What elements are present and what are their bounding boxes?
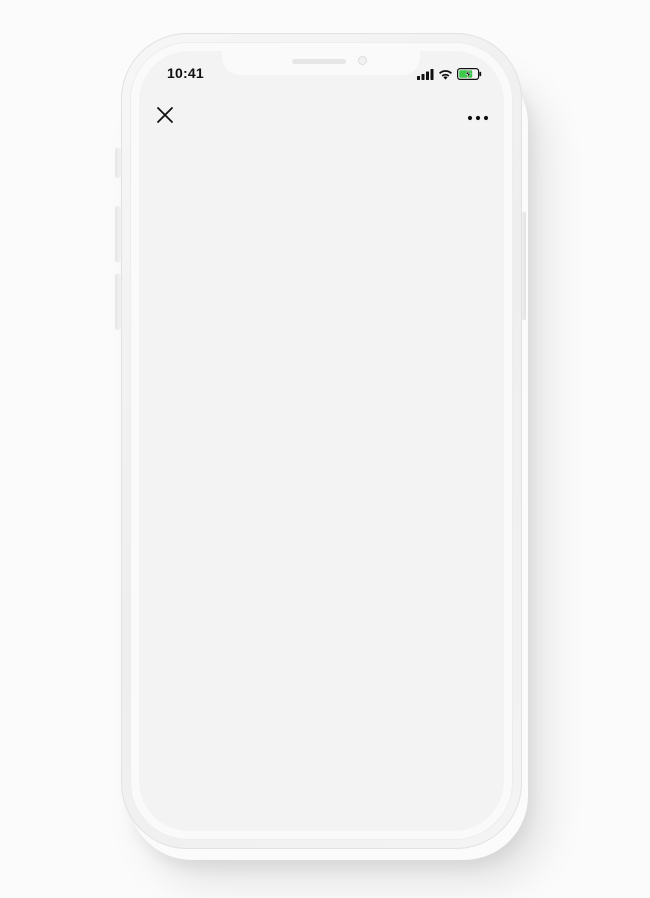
close-button[interactable] — [151, 103, 179, 131]
close-icon — [156, 106, 174, 129]
notch — [222, 51, 420, 75]
status-time: 10:41 — [167, 65, 204, 81]
phone-screen: 10:41 — [139, 51, 504, 831]
signal-icon — [417, 67, 434, 85]
more-horizontal-icon — [467, 108, 489, 126]
nav-bar — [139, 103, 504, 139]
more-button[interactable] — [464, 103, 492, 131]
mockup-stage: 10:41 — [0, 0, 650, 898]
status-icons — [417, 67, 482, 85]
speaker-grille — [292, 59, 346, 64]
content-area — [139, 139, 504, 831]
front-camera — [358, 56, 367, 65]
wifi-icon — [438, 67, 453, 85]
battery-charging-icon — [457, 67, 482, 85]
phone-frame: 10:41 — [121, 33, 522, 849]
